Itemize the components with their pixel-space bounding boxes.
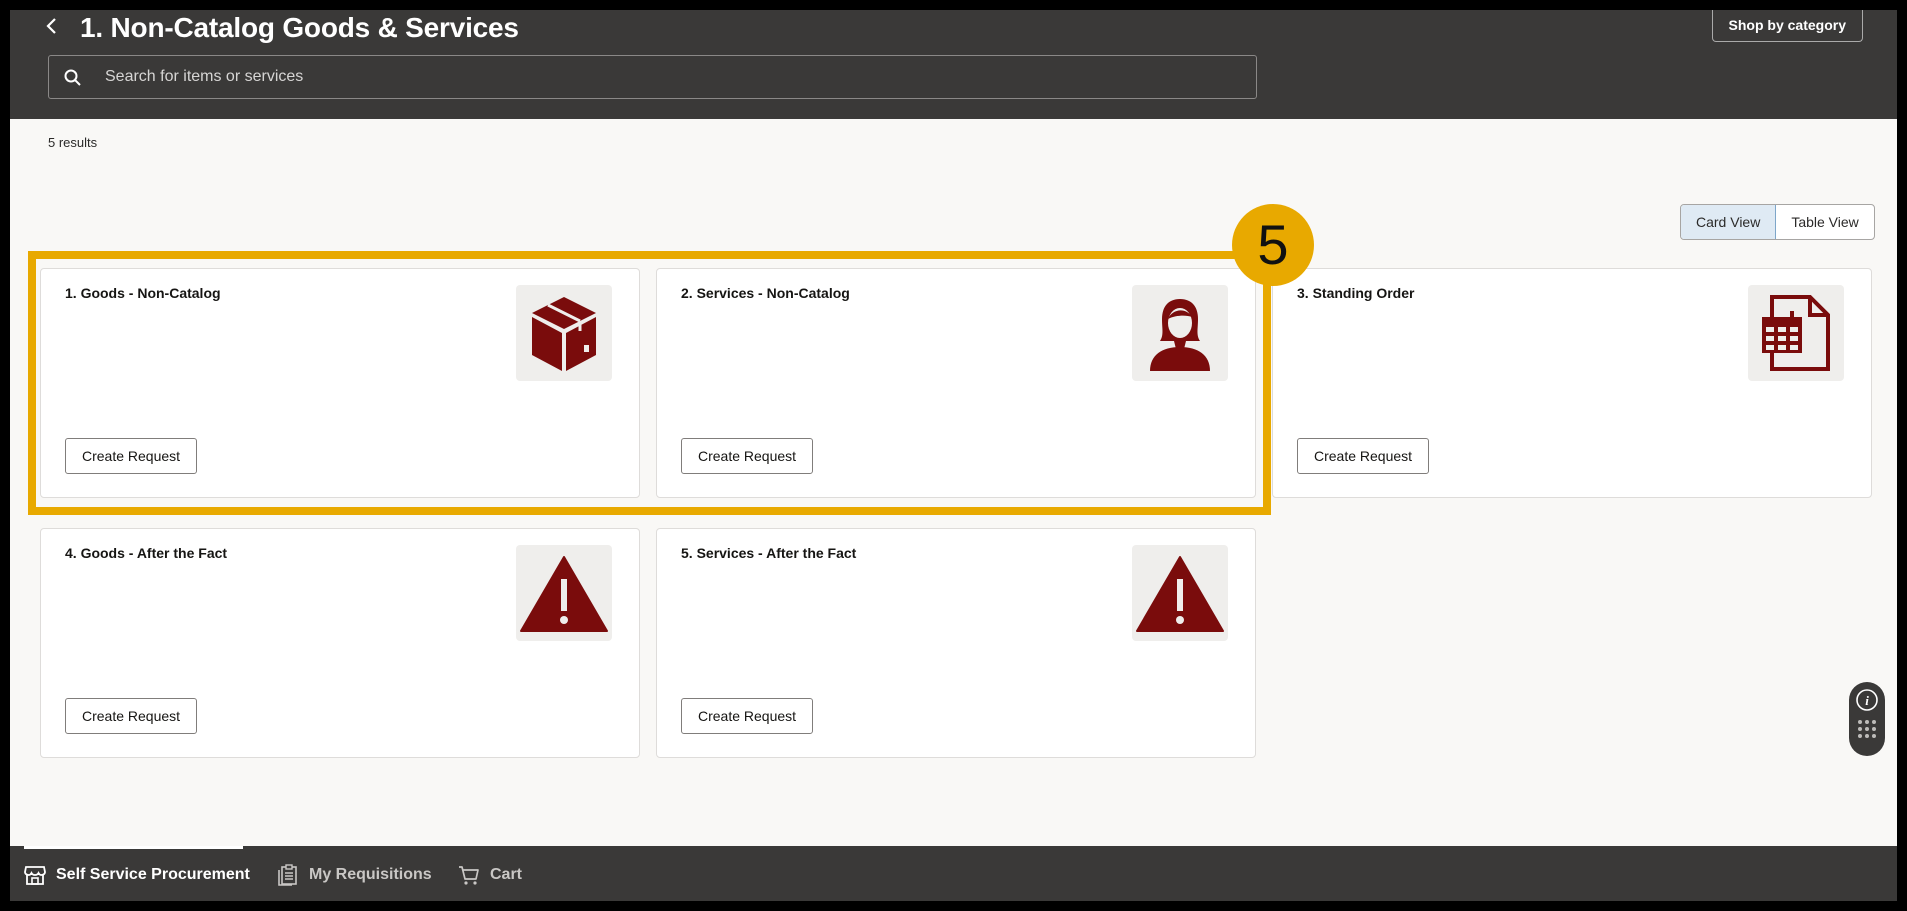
shop-by-category-button[interactable]: Shop by category [1711, 10, 1863, 42]
card-services-after-the-fact[interactable]: 5. Services - After the Fact Create Requ… [656, 528, 1256, 758]
search-input[interactable] [105, 56, 1245, 98]
card-image [1132, 285, 1228, 381]
info-icon: i [1856, 689, 1878, 738]
warning-icon [1136, 556, 1224, 632]
card-view-button[interactable]: Card View [1681, 205, 1777, 239]
warning-icon [520, 556, 608, 632]
create-request-button[interactable]: Create Request [65, 438, 198, 474]
active-tab-indicator [24, 846, 243, 849]
store-icon [24, 866, 46, 885]
card-title: 4. Goods - After the Fact [65, 545, 228, 561]
tab-self-service-procurement[interactable]: Self Service Procurement [24, 864, 250, 886]
card-goods-after-the-fact[interactable]: 4. Goods - After the Fact Create Request [40, 528, 640, 758]
create-request-button[interactable]: Create Request [1297, 438, 1430, 474]
bottom-nav: Self Service Procurement My Requisitions… [10, 846, 1897, 901]
tab-label: Self Service Procurement [56, 866, 250, 883]
calendar-document-icon [1762, 295, 1830, 371]
back-button[interactable] [40, 14, 64, 38]
card-image [516, 285, 612, 381]
card-image [1748, 285, 1844, 381]
tab-cart[interactable]: Cart [458, 864, 522, 886]
card-title: 3. Standing Order [1297, 285, 1415, 301]
clipboard-icon [278, 864, 297, 886]
package-icon [532, 297, 596, 371]
card-title: 5. Services - After the Fact [681, 545, 857, 561]
results-count: 5 results [48, 135, 98, 150]
person-icon [1150, 299, 1210, 371]
card-title: 1. Goods - Non-Catalog [65, 285, 221, 301]
page-header: 1. Non-Catalog Goods & Services Shop by … [10, 10, 1897, 119]
create-request-button[interactable]: Create Request [65, 698, 198, 734]
card-image [516, 545, 612, 641]
table-view-button[interactable]: Table View [1776, 205, 1873, 239]
tab-label: My Requisitions [309, 866, 432, 883]
tab-my-requisitions[interactable]: My Requisitions [277, 864, 432, 886]
card-title: 2. Services - Non-Catalog [681, 285, 850, 301]
card-image [1132, 545, 1228, 641]
create-request-button[interactable]: Create Request [681, 438, 814, 474]
svg-text:i: i [1865, 693, 1869, 708]
step-badge: 5 [1232, 204, 1314, 286]
tab-label: Cart [490, 866, 523, 883]
help-widget[interactable]: i [1849, 682, 1885, 756]
app-frame: 1. Non-Catalog Goods & Services Shop by … [10, 10, 1897, 901]
page-title: 1. Non-Catalog Goods & Services [80, 12, 519, 43]
create-request-button[interactable]: Create Request [681, 698, 814, 734]
card-goods-non-catalog[interactable]: 1. Goods - Non-Catalog Create Request [40, 268, 640, 498]
view-toggle: Card View Table View [1680, 204, 1875, 240]
search-icon [64, 69, 81, 86]
card-standing-order[interactable]: 3. Standing Order Create Request [1272, 268, 1872, 498]
chevron-left-icon [46, 18, 56, 34]
search-bar [48, 55, 1257, 99]
cart-icon [459, 866, 479, 885]
card-services-non-catalog[interactable]: 2. Services - Non-Catalog Create Request [656, 268, 1256, 498]
